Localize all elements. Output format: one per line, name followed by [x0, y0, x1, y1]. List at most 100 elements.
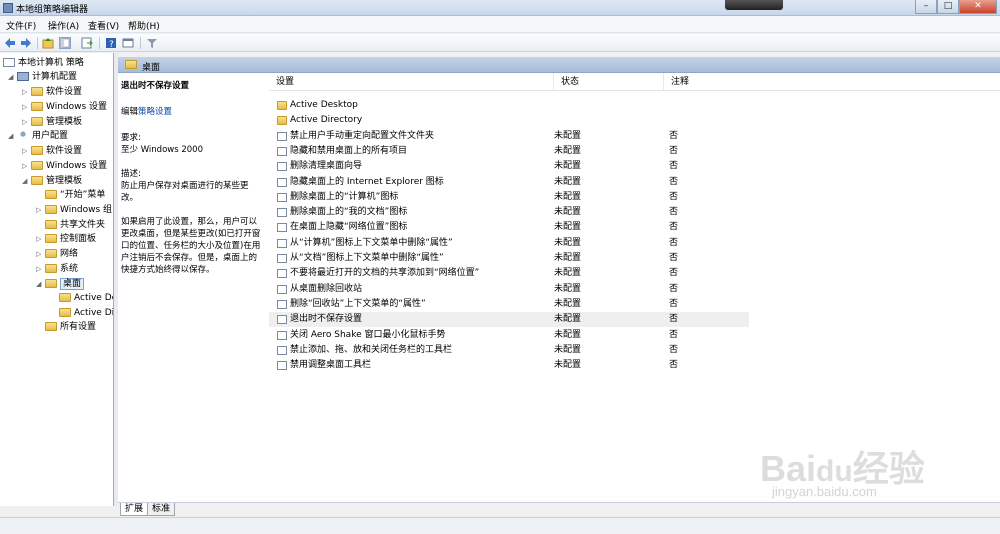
folder-icon	[45, 279, 57, 288]
column-setting[interactable]: 设置	[269, 73, 554, 91]
tree-item-computer-config[interactable]: ◢ 计算机配置	[8, 70, 77, 84]
close-button[interactable]: ✕	[959, 0, 997, 14]
minimize-button[interactable]: –	[915, 0, 937, 14]
maximize-button[interactable]: □	[937, 0, 959, 14]
tree-item-cc-admin[interactable]: ▷ 管理模板	[22, 115, 82, 129]
tab-extended[interactable]: 扩展	[120, 503, 149, 516]
expand-arrow-icon[interactable]: ▷	[22, 85, 30, 99]
policy-setting-icon	[277, 208, 287, 218]
table-row[interactable]: Active Directory	[269, 113, 749, 128]
setting-comment: 否	[669, 176, 679, 187]
folder-icon	[45, 264, 57, 273]
expand-arrow-icon[interactable]: ▷	[36, 262, 44, 276]
tree-item-windows-components[interactable]: ▷ Windows 组	[36, 203, 112, 217]
folder-icon	[59, 293, 71, 302]
column-header: 设置 状态 注释	[269, 73, 1000, 91]
properties-icon[interactable]	[122, 37, 134, 49]
table-row[interactable]: 在桌面上隐藏“网络位置”图标 未配置 否	[269, 220, 749, 235]
policy-setting-icon	[277, 131, 287, 141]
expand-arrow-icon[interactable]: ▷	[36, 203, 44, 217]
setting-comment: 否	[669, 161, 679, 172]
policy-setting-icon	[277, 146, 287, 156]
tree-item-active-directory[interactable]: Active Di	[50, 306, 113, 320]
setting-state: 未配置	[554, 314, 582, 325]
show-hide-tree-icon[interactable]	[59, 37, 71, 49]
tree-root[interactable]: 本地计算机 策略	[2, 56, 84, 70]
filter-icon[interactable]	[146, 37, 158, 49]
tree-item-cc-windows[interactable]: ▷ Windows 设置	[22, 100, 107, 114]
table-row[interactable]: 隐藏桌面上的 Internet Explorer 图标 未配置 否	[269, 175, 749, 190]
column-state[interactable]: 状态	[554, 73, 664, 91]
collapse-arrow-icon[interactable]: ◢	[8, 129, 16, 143]
expand-arrow-icon[interactable]: ▷	[22, 115, 30, 129]
policy-setting-icon	[277, 330, 287, 340]
policy-setting-icon	[277, 223, 287, 233]
tree-item-all-settings[interactable]: 所有设置	[36, 320, 96, 334]
edit-policy-link[interactable]: 策略设置	[138, 107, 172, 117]
tree-item-uc-software[interactable]: ▷ 软件设置	[22, 144, 82, 158]
setting-state: 未配置	[554, 237, 582, 248]
table-row[interactable]: 隐藏和禁用桌面上的所有项目 未配置 否	[269, 144, 749, 159]
expand-arrow-icon[interactable]: ▷	[36, 232, 44, 246]
tree-item-desktop[interactable]: ◢ 桌面	[36, 277, 85, 291]
setting-name: Active Directory	[290, 115, 363, 126]
table-row[interactable]: 删除“回收站”上下文菜单的“属性” 未配置 否	[269, 297, 749, 312]
setting-state: 未配置	[554, 145, 582, 156]
tree-item-user-config[interactable]: ◢ 用户配置	[8, 129, 68, 143]
table-row[interactable]: 删除清理桌面向导 未配置 否	[269, 159, 749, 174]
setting-name: 删除“回收站”上下文菜单的“属性”	[290, 298, 426, 309]
table-row[interactable]: 关闭 Aero Shake 窗口最小化鼠标手势 未配置 否	[269, 328, 749, 343]
tab-standard[interactable]: 标准	[147, 503, 176, 516]
expand-arrow-icon[interactable]: ▷	[22, 144, 30, 158]
table-row[interactable]: 删除桌面上的“我的文档”图标 未配置 否	[269, 205, 749, 220]
tree-item-uc-windows[interactable]: ▷ Windows 设置	[22, 159, 107, 173]
table-row[interactable]: 从“计算机”图标上下文菜单中删除“属性” 未配置 否	[269, 236, 749, 251]
table-row[interactable]: 禁用调整桌面工具栏 未配置 否	[269, 358, 749, 373]
folder-icon	[45, 322, 57, 331]
table-row[interactable]: Active Desktop	[269, 98, 749, 113]
collapse-arrow-icon[interactable]: ◢	[22, 174, 30, 188]
setting-name: Active Desktop	[290, 100, 358, 110]
tree-item-system[interactable]: ▷ 系统	[36, 262, 78, 276]
tree-item-shared-folders[interactable]: 共享文件夹	[36, 218, 105, 232]
table-row[interactable]: 禁止添加、拖、放和关闭任务栏的工具栏 未配置 否	[269, 343, 749, 358]
help-icon[interactable]: ?	[105, 37, 117, 49]
expand-arrow-icon[interactable]: ▷	[22, 100, 30, 114]
table-row[interactable]: 删除桌面上的“计算机”图标 未配置 否	[269, 190, 749, 205]
menu-view[interactable]: 查看(V)	[88, 19, 119, 32]
app-icon	[3, 3, 13, 13]
menu-help[interactable]: 帮助(H)	[128, 19, 160, 32]
folder-icon	[31, 176, 43, 185]
table-row[interactable]: 从“文档”图标上下文菜单中删除“属性” 未配置 否	[269, 251, 749, 266]
tree-item-active-desktop[interactable]: Active De	[50, 291, 113, 305]
table-row[interactable]: 禁止用户手动重定向配置文件文件夹 未配置 否	[269, 129, 749, 144]
setting-comment: 否	[669, 191, 679, 202]
policy-setting-icon	[277, 192, 287, 202]
back-icon[interactable]	[4, 37, 16, 49]
setting-state: 未配置	[554, 298, 582, 309]
expand-arrow-icon[interactable]: ▷	[36, 247, 44, 261]
collapse-arrow-icon[interactable]: ◢	[8, 70, 16, 84]
tree-item-network[interactable]: ▷ 网络	[36, 247, 78, 261]
tree-item-cc-software[interactable]: ▷ 软件设置	[22, 85, 82, 99]
column-comment[interactable]: 注释	[664, 73, 774, 91]
menu-action[interactable]: 操作(A)	[48, 19, 79, 32]
setting-state: 未配置	[554, 222, 582, 233]
expand-arrow-icon[interactable]: ▷	[22, 159, 30, 173]
table-row[interactable]: 退出时不保存设置 未配置 否	[269, 312, 749, 328]
policy-document-icon	[3, 58, 15, 67]
toolbar: ?	[0, 34, 1000, 52]
folder-icon	[45, 190, 57, 199]
forward-icon[interactable]	[20, 37, 32, 49]
collapse-arrow-icon[interactable]: ◢	[36, 277, 44, 291]
export-list-icon[interactable]	[81, 37, 93, 49]
tree-item-start-menu[interactable]: “开始”菜单	[36, 188, 105, 202]
table-row[interactable]: 不要将最近打开的文档的共享添加到“网络位置” 未配置 否	[269, 266, 749, 281]
title-decoration	[725, 0, 783, 10]
tree-item-control-panel[interactable]: ▷ 控制面板	[36, 232, 96, 246]
up-folder-icon[interactable]	[42, 37, 54, 49]
table-row[interactable]: 从桌面删除回收站 未配置 否	[269, 282, 749, 297]
tree-item-uc-admin[interactable]: ◢ 管理模板	[22, 174, 82, 188]
menu-file[interactable]: 文件(F)	[6, 19, 36, 32]
setting-comment: 否	[669, 130, 679, 141]
